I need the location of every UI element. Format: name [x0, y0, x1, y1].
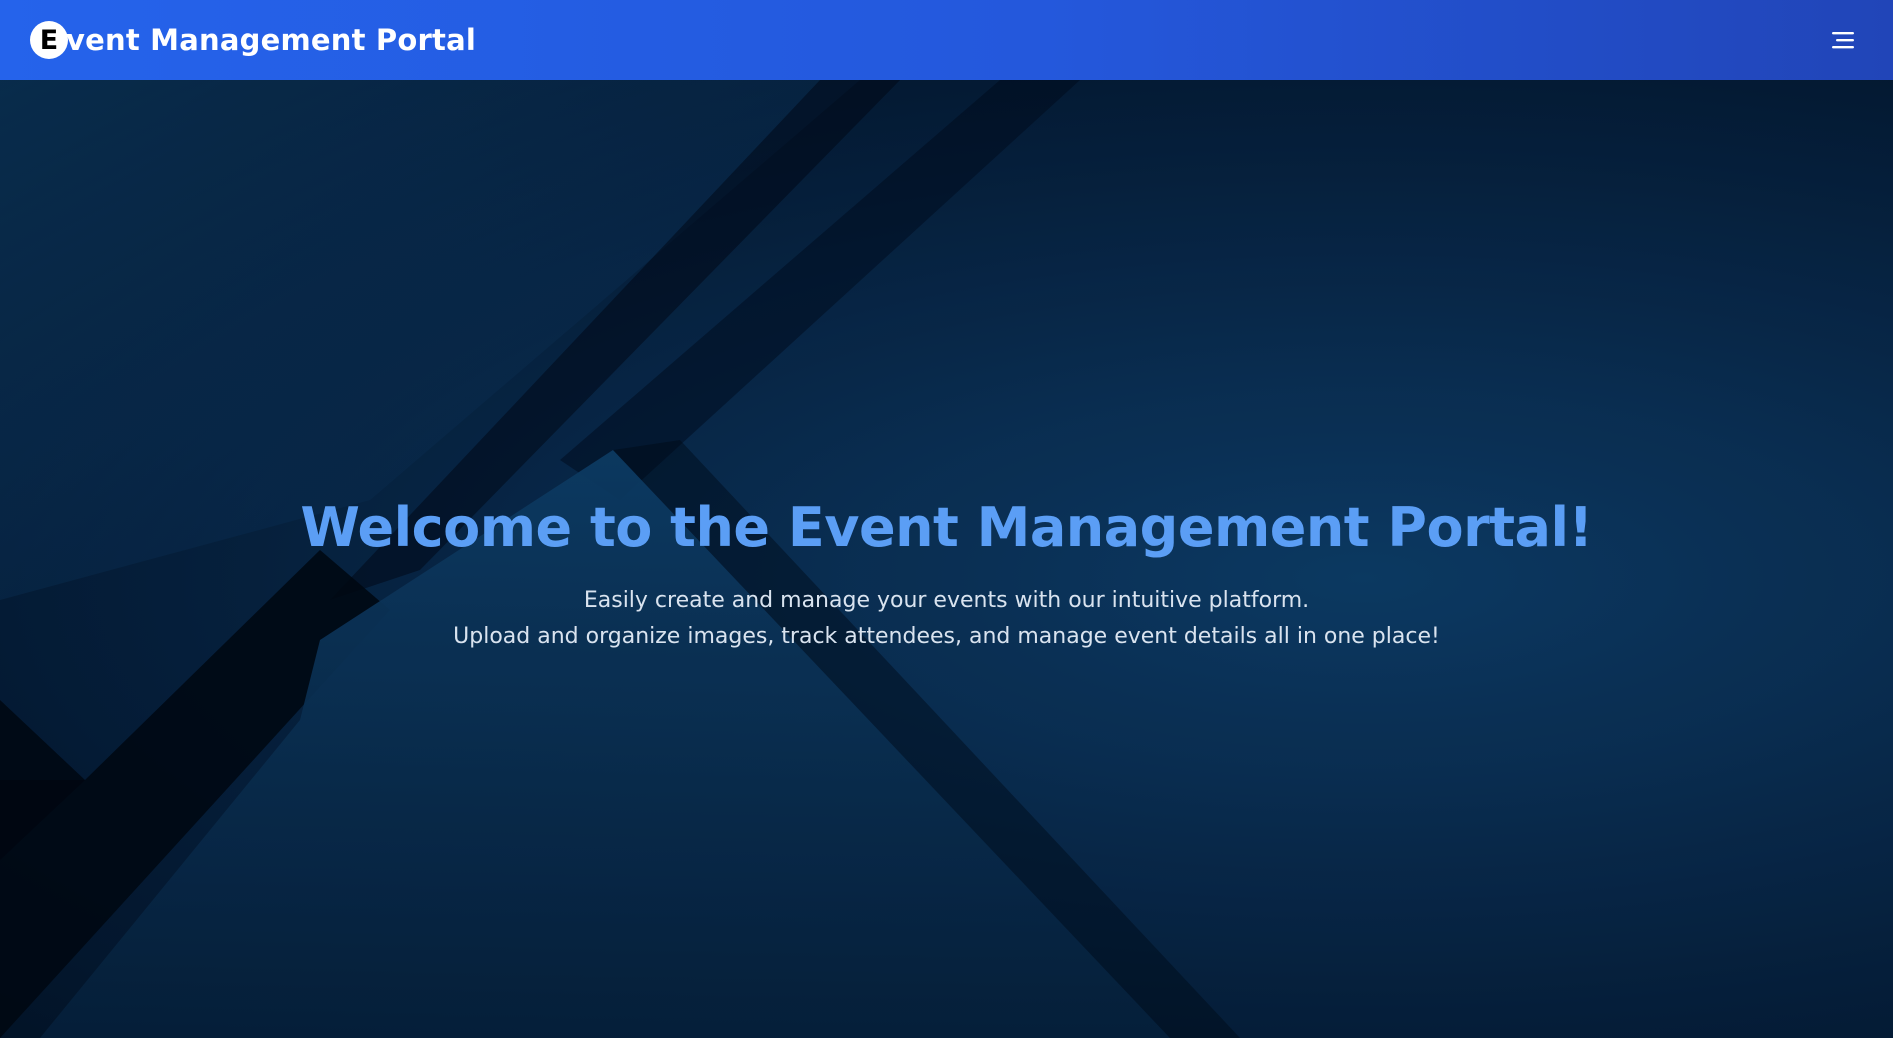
brand-logo: E	[30, 21, 68, 59]
hero-subtitle: Easily create and manage your events wit…	[0, 583, 1893, 655]
hero-subtitle-line-2: Upload and organize images, track attend…	[453, 624, 1440, 650]
hamburger-menu-icon	[1832, 32, 1854, 49]
menu-toggle-button[interactable]	[1823, 20, 1863, 60]
hero-subtitle-line-1: Easily create and manage your events wit…	[583, 588, 1310, 614]
brand-link[interactable]: E vent Management Portal	[30, 21, 476, 59]
hero-content: Welcome to the Event Management Portal! …	[0, 498, 1893, 655]
top-navbar: E vent Management Portal	[0, 0, 1893, 80]
hero-section: Welcome to the Event Management Portal! …	[0, 80, 1893, 1038]
brand-title: vent Management Portal	[66, 23, 476, 57]
hero-title: Welcome to the Event Management Portal!	[300, 496, 1593, 559]
